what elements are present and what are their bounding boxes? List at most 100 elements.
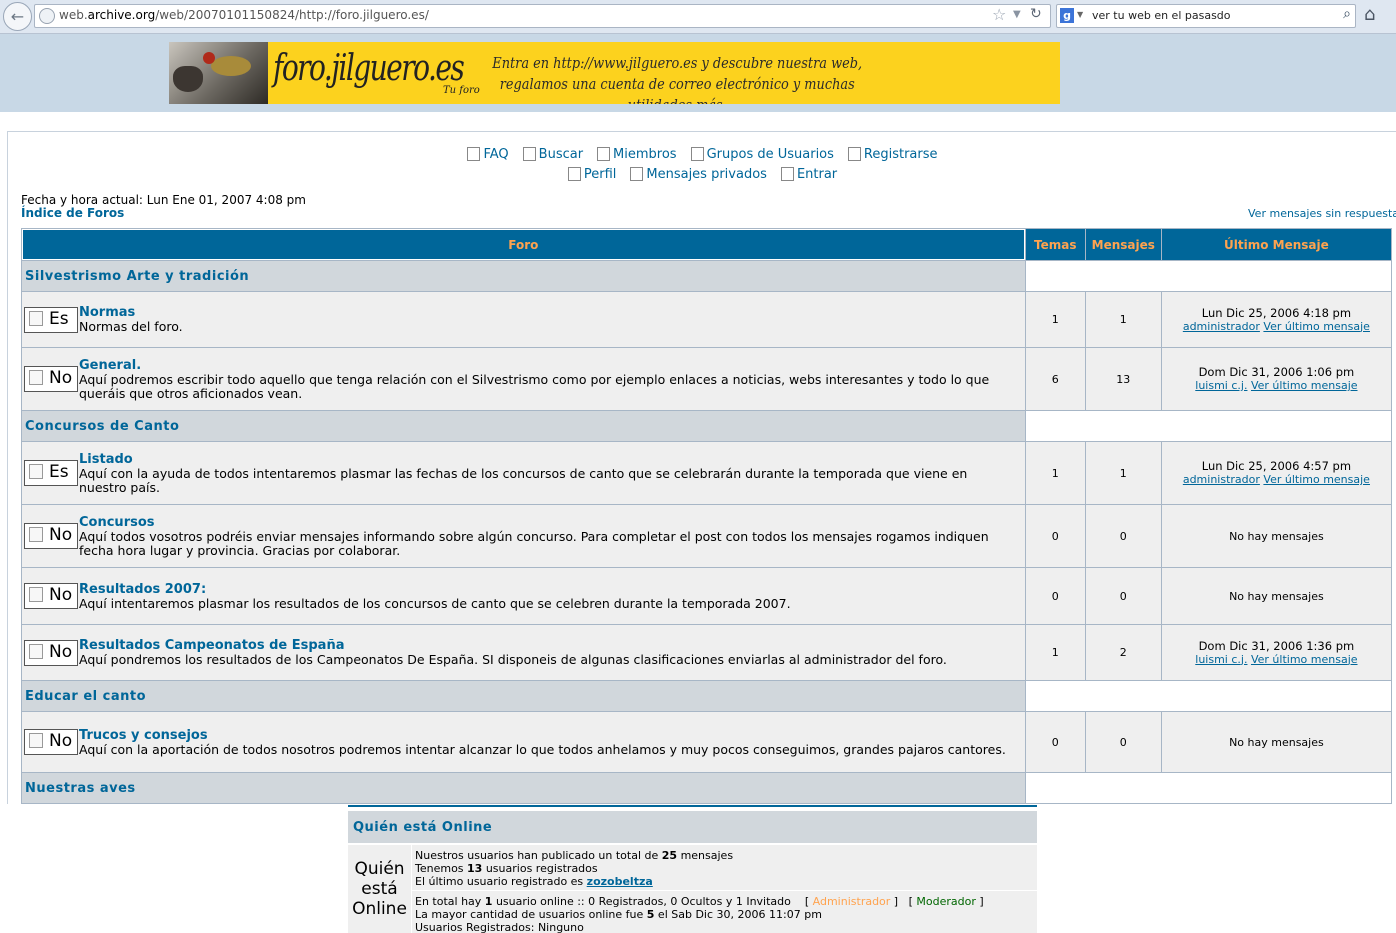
nav-link-private-messages[interactable]: Mensajes privados [630,167,767,182]
forum-cell: Es Normas Normas del foro. [22,292,1025,347]
last-post-user-link[interactable]: administrador [1183,320,1260,333]
folder-alt-text: Es [49,462,69,482]
google-icon[interactable]: g [1060,8,1074,23]
site-logo-subtitle: Tu foro [443,85,480,96]
category-title[interactable]: Educar el canto [22,681,1025,711]
message-icon [630,167,644,181]
category-row: Nuestras aves [22,773,1391,803]
registered-users-list: Usuarios Registrados: Ninguno [415,921,584,933]
no-posts-text: No hay mensajes [1229,589,1324,603]
no-posts-text: No hay mensajes [1229,735,1324,749]
online-icon: Quién está Online [352,859,407,919]
last-post-cell: No hay mensajes [1161,712,1391,772]
home-icon[interactable]: ⌂ [1364,4,1375,25]
nav-link-profile[interactable]: Perfil [567,167,616,182]
newest-user-link[interactable]: zozobeltza [587,875,653,888]
forum-description: Aquí con la ayuda de todos intentaremos … [79,465,968,495]
broken-image-icon [29,310,43,326]
online-header: Quién está Online [348,811,1037,843]
forum-row: Es Normas Normas del foro. 1 1 Lun Dic 25, 20… [22,292,1391,347]
online-users: En total hay 1 usuario online :: 0 Regis… [412,891,1037,933]
forum-name-link[interactable]: General. [79,358,1016,373]
forum-description: Aquí intentaremos plasmar los resultados… [79,595,791,611]
posts-count: 1 [1085,292,1161,347]
posts-count: 0 [1085,505,1161,567]
stats-registered-users: Tenemos 13 usuarios registrados [415,862,598,875]
last-post-user-link[interactable]: luismi c.j. [1195,379,1247,392]
forum-name-link[interactable]: Resultados Campeonatos de España [79,638,1016,653]
posts-count: 1 [1085,442,1161,504]
browser-toolbar: ← web.archive.org/web/20070101150824/htt… [0,0,1396,34]
folder-alt-text: Es [49,308,69,329]
last-post-user-link[interactable]: administrador [1183,473,1260,486]
view-last-post-link[interactable]: Ver último mensaje [1251,653,1358,666]
search-input[interactable]: ver tu web en el pasasdo [1092,9,1231,22]
forum-row: Es Listado Aquí con la ayuda de todos inte… [22,442,1391,504]
register-icon [847,147,861,161]
last-post-cell: Lun Dic 25, 2006 4:18 pm administrador Ve… [1161,292,1391,347]
star-icon[interactable]: ☆ [992,5,1006,24]
folder-alt-text: No [49,641,73,662]
address-bar[interactable]: web.archive.org/web/20070101150824/http:… [34,4,1051,28]
reload-icon[interactable]: ↻ [1030,6,1042,22]
topics-count: 1 [1025,625,1085,680]
forum-name-link[interactable]: Concursos [79,515,1016,530]
nav-link-faq[interactable]: FAQ [467,147,509,162]
header-last-post: Último Mensaje [1161,229,1391,260]
forum-info: No General. Aquí podremos escribir todo aq… [23,352,1024,407]
chevron-down-icon[interactable]: ▼ [1013,9,1021,20]
forum-cell: No Resultados Campeonatos de España Aquí p… [22,625,1025,680]
forum-table-body: Silvestrismo Arte y tradición Es Normas Nor… [22,261,1391,804]
forum-name-link[interactable]: Resultados 2007: [79,582,1016,597]
users-online-now: En total hay 1 usuario online :: 0 Regis… [415,895,984,908]
category-title[interactable]: Nuestras aves [22,773,1025,803]
category-title[interactable]: Silvestrismo Arte y tradición [22,261,1025,291]
last-post-cell: Dom Dic 31, 2006 1:36 pm luismi c.j. Ver … [1161,625,1391,680]
category-row: Educar el canto [22,681,1391,711]
posts-count: 0 [1085,568,1161,624]
globe-icon [39,8,55,24]
broken-image-icon [29,587,43,602]
view-last-post-link[interactable]: Ver último mensaje [1263,320,1370,333]
search-icon [522,147,536,161]
forum-row: No Trucos y consejos Aquí con la aportació… [22,712,1391,772]
nav-link-login[interactable]: Entrar [780,167,837,182]
broken-image-icon [29,643,43,659]
nav-link-usergroups[interactable]: Grupos de Usuarios [690,147,834,162]
view-last-post-link[interactable]: Ver último mensaje [1263,473,1370,486]
category-title[interactable]: Concursos de Canto [22,411,1025,441]
category-spacer [1025,681,1391,711]
forum-row: No Concursos Aquí todos vosotros podréis e… [22,505,1391,567]
view-last-post-link[interactable]: Ver último mensaje [1251,379,1358,392]
nav-link-search[interactable]: Buscar [522,147,583,162]
stats-newest-user: El último usuario registrado es zozobelt… [415,875,653,888]
back-arrow-icon[interactable]: ← [3,2,32,31]
forum-name-link[interactable]: Listado [79,452,1016,467]
bird-head-shape [203,52,215,64]
posts-count: 13 [1085,348,1161,410]
forum-info: Es Listado Aquí con la ayuda de todos inte… [23,446,1024,501]
forum-name-link[interactable]: Trucos y consejos [79,728,1016,743]
forum-index-link[interactable]: Índice de Foros [21,206,124,220]
forum-cell: No Trucos y consejos Aquí con la aportació… [22,712,1025,772]
category-spacer [1025,261,1391,291]
last-post-user-link[interactable]: luismi c.j. [1195,653,1247,666]
category-spacer [1025,773,1391,803]
search-bar[interactable]: g ▼ ver tu web en el pasasdo ⌕ [1056,4,1356,28]
last-post-cell: Lun Dic 25, 2006 4:57 pm administrador Ve… [1161,442,1391,504]
nav-link-members[interactable]: Miembros [597,147,677,162]
online-title[interactable]: Quién está Online [353,820,492,835]
moderator-legend: Moderador [916,895,976,908]
topics-count: 0 [1025,568,1085,624]
site-logo: foro.jilguero.es [273,48,465,89]
search-icon[interactable]: ⌕ [1343,6,1351,22]
chevron-down-icon[interactable]: ▼ [1077,10,1083,19]
forum-name-link[interactable]: Normas [79,305,1016,320]
url-text[interactable]: web.archive.org/web/20070101150824/http:… [59,8,429,22]
nav-link-register[interactable]: Registrarse [847,147,938,162]
unanswered-posts-link[interactable]: Ver mensajes sin respuesta [1248,207,1396,220]
last-post-date: Lun Dic 25, 2006 4:57 pm [1201,459,1352,473]
forum-folder-icon: No [24,366,78,392]
site-banner[interactable]: foro.jilguero.es Tu foro Entra en http:/… [169,42,1060,104]
users-record: La mayor cantidad de usuarios online fue… [415,908,822,921]
